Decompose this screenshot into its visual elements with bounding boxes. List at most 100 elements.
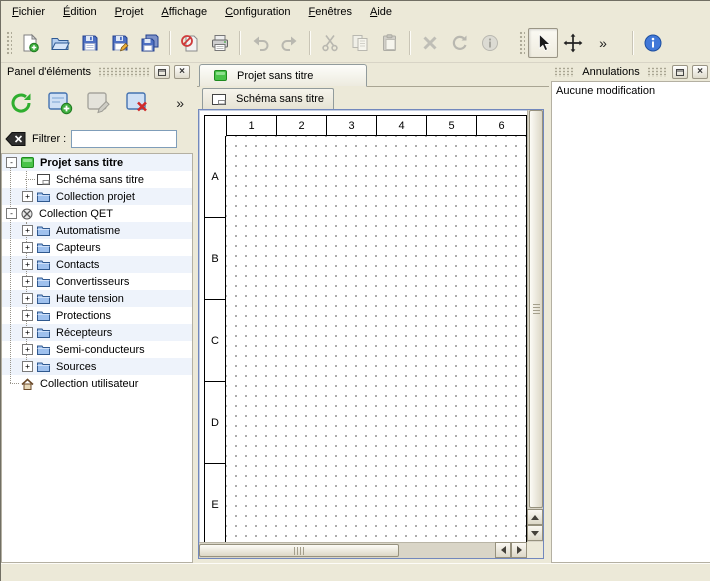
tree-connector-line <box>10 162 11 383</box>
toolbar-grip[interactable] <box>519 31 525 55</box>
toolbar-separator <box>239 31 241 55</box>
tree-item-contacts[interactable]: + Contacts <box>2 256 192 273</box>
float-panel-button[interactable] <box>154 65 170 79</box>
expand-icon[interactable]: + <box>22 242 33 253</box>
print-button[interactable] <box>205 28 235 58</box>
tree-item-automatisme[interactable]: + Automatisme <box>2 222 192 239</box>
delete-button[interactable] <box>415 28 445 58</box>
horizontal-scrollbar[interactable] <box>199 542 527 558</box>
move-arrows-icon <box>563 33 583 53</box>
open-file-button[interactable] <box>45 28 75 58</box>
tree-item-collection-qet[interactable]: - Collection QET <box>2 205 192 222</box>
expand-icon[interactable]: + <box>22 344 33 355</box>
expand-icon[interactable]: + <box>22 191 33 202</box>
save-file-button[interactable] <box>75 28 105 58</box>
tree-item-collection-utilisateur[interactable]: Collection utilisateur <box>2 375 192 392</box>
about-qet-button[interactable] <box>638 28 668 58</box>
expander-placeholder <box>6 378 17 389</box>
menu-fichier[interactable]: Fichier <box>3 1 54 23</box>
expand-icon[interactable]: + <box>22 276 33 287</box>
select-mode-button[interactable] <box>528 28 558 58</box>
toolbar-grip[interactable] <box>6 31 12 55</box>
element-info-button[interactable] <box>475 28 505 58</box>
cut-button[interactable] <box>315 28 345 58</box>
move-view-button[interactable] <box>558 28 588 58</box>
close-panel-button[interactable]: × <box>692 65 708 79</box>
tab-schema[interactable]: Schéma sans titre <box>202 88 334 109</box>
close-file-button[interactable] <box>175 28 205 58</box>
vertical-scrollbar-thumb[interactable] <box>529 110 543 508</box>
clear-filter-button[interactable] <box>5 131 27 147</box>
menu-aide[interactable]: Aide <box>361 1 401 23</box>
tab-project[interactable]: Projet sans titre <box>199 64 367 87</box>
save-as-button[interactable] <box>105 28 135 58</box>
new-element-button[interactable] <box>44 87 76 119</box>
reload-collections-button[interactable] <box>5 87 37 119</box>
undo-panel-titlebar[interactable]: Annulations × <box>551 63 710 81</box>
expand-icon[interactable]: + <box>22 225 33 236</box>
panel-overflow-button[interactable]: » <box>176 95 184 111</box>
close-panel-button[interactable]: × <box>174 65 190 79</box>
cursor-arrow-icon <box>533 33 553 53</box>
tree-item-protections[interactable]: + Protections <box>2 307 192 324</box>
tree-item-collection-projet[interactable]: + Collection projet <box>2 188 192 205</box>
tree-item-recepteurs[interactable]: + Récepteurs <box>2 324 192 341</box>
vertical-scrollbar[interactable] <box>527 110 543 542</box>
tree-item-sources[interactable]: + Sources <box>2 358 192 375</box>
menu-projet[interactable]: Projet <box>106 1 153 23</box>
save-all-icon <box>140 33 160 53</box>
expand-icon[interactable]: + <box>22 310 33 321</box>
tree-item-label: Projet sans titre <box>38 157 125 169</box>
elements-panel-toolbar: » <box>1 81 193 125</box>
menu-fenetres[interactable]: Fenêtres <box>300 1 361 23</box>
toolbar-separator <box>169 31 171 55</box>
toolbar-overflow-button[interactable]: » <box>588 28 618 58</box>
project-icon <box>214 70 227 81</box>
expand-icon[interactable]: + <box>22 361 33 372</box>
elements-panel-titlebar[interactable]: Panel d'éléments × <box>1 63 193 81</box>
collapse-icon[interactable]: - <box>6 157 17 168</box>
filter-input[interactable] <box>71 130 177 148</box>
scroll-up-button[interactable] <box>527 509 543 525</box>
tree-item-schema[interactable]: Schéma sans titre <box>2 171 192 188</box>
expand-icon[interactable]: + <box>22 293 33 304</box>
folder-icon <box>37 310 50 321</box>
undo-button[interactable] <box>245 28 275 58</box>
delete-cross-icon <box>420 33 440 53</box>
undo-history-entry[interactable]: Aucune modification <box>552 82 710 100</box>
edit-element-button[interactable] <box>83 87 115 119</box>
redo-button[interactable] <box>275 28 305 58</box>
row-header: A <box>205 136 226 218</box>
delete-element-button[interactable] <box>122 87 154 119</box>
horizontal-scrollbar-thumb[interactable] <box>199 544 399 557</box>
float-panel-button[interactable] <box>672 65 688 79</box>
copy-button[interactable] <box>345 28 375 58</box>
expand-icon[interactable]: + <box>22 327 33 338</box>
open-folder-icon <box>50 33 70 53</box>
scroll-down-button[interactable] <box>527 525 543 541</box>
scroll-right-button[interactable] <box>511 542 527 558</box>
scroll-left-button[interactable] <box>495 542 511 558</box>
rotate-button[interactable] <box>445 28 475 58</box>
paste-button[interactable] <box>375 28 405 58</box>
expand-icon[interactable]: + <box>22 259 33 270</box>
menu-affichage[interactable]: Affichage <box>152 1 216 23</box>
tree-item-capteurs[interactable]: + Capteurs <box>2 239 192 256</box>
tab-schema-label: Schéma sans titre <box>236 93 324 105</box>
tree-item-label: Haute tension <box>54 293 126 305</box>
new-file-button[interactable] <box>15 28 45 58</box>
tree-item-convertisseurs[interactable]: + Convertisseurs <box>2 273 192 290</box>
collapse-icon[interactable]: - <box>6 208 17 219</box>
tree-item-project[interactable]: - Projet sans titre <box>2 154 192 171</box>
diagram-dot-grid[interactable] <box>226 136 526 543</box>
menu-edition[interactable]: Édition <box>54 1 106 23</box>
tree-item-haute-tension[interactable]: + Haute tension <box>2 290 192 307</box>
menu-configuration[interactable]: Configuration <box>216 1 299 23</box>
toolbar-separator <box>632 31 634 55</box>
edit-element-icon <box>86 90 112 116</box>
column-header: 3 <box>326 116 376 136</box>
save-all-button[interactable] <box>135 28 165 58</box>
tree-item-semi-conducteurs[interactable]: + Semi-conducteurs <box>2 341 192 358</box>
diagram-canvas[interactable]: 1 2 3 4 5 6 A B C D E <box>200 111 528 543</box>
main-toolbar: » <box>1 23 710 63</box>
